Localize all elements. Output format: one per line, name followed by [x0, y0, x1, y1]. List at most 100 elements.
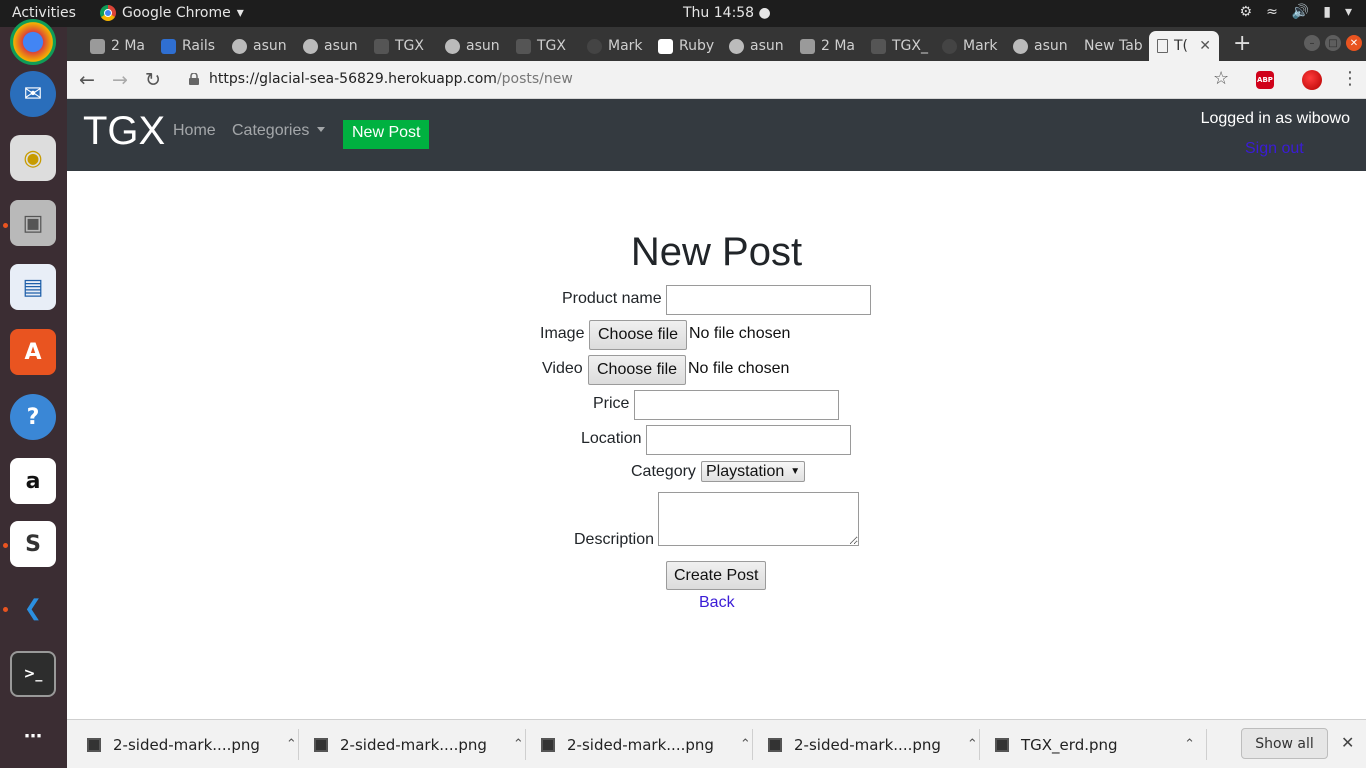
tab[interactable]: asun	[1005, 31, 1075, 61]
nav-categories-dropdown[interactable]: Categories	[232, 122, 326, 140]
tab[interactable]: asun	[295, 31, 365, 61]
tab[interactable]: asun	[721, 31, 791, 61]
lock-icon[interactable]	[189, 73, 199, 85]
github-icon	[1013, 38, 1028, 54]
nav-new-post-button[interactable]: New Post	[343, 120, 430, 149]
writer-icon[interactable]: ▤	[10, 264, 56, 310]
video-choose-file-button[interactable]: Choose file	[588, 355, 687, 385]
page-icon	[871, 38, 886, 54]
clock[interactable]: Thu 14:58 ●	[683, 5, 771, 21]
ubuntu-dock: ✉ ◉ ▣ ▤ A ? a S ❮ >_ ⋯	[0, 19, 67, 768]
tab[interactable]: asun	[437, 31, 507, 61]
extension-icon[interactable]	[1302, 70, 1322, 90]
brand-logo[interactable]: TGX	[83, 109, 165, 154]
tab[interactable]: New Tab	[1076, 31, 1148, 61]
rhythmbox-icon[interactable]: ◉	[10, 135, 56, 181]
volume-icon[interactable]: 🔊	[1292, 4, 1309, 20]
tab[interactable]: asun	[224, 31, 294, 61]
image-file-icon	[768, 737, 782, 752]
image-file-status: No file chosen	[689, 325, 791, 342]
description-label: Description	[574, 531, 655, 548]
reload-icon[interactable]: ↻	[145, 69, 161, 91]
show-all-button[interactable]: Show all	[1241, 728, 1328, 759]
chevron-up-icon[interactable]: ⌃	[1184, 737, 1195, 752]
slack-icon[interactable]: S	[10, 521, 56, 567]
vscode-icon[interactable]: ❮	[10, 585, 56, 631]
system-tray[interactable]: ⚙ ≈ 🔊 ▮ ▾	[1240, 4, 1352, 20]
battery-icon[interactable]: ▮	[1323, 4, 1331, 20]
tab[interactable]: TGX_	[863, 31, 933, 61]
tab[interactable]: TGX	[508, 31, 578, 61]
maximize-button[interactable]: □	[1325, 35, 1341, 51]
app-menu[interactable]: Google Chrome ▾	[100, 5, 244, 21]
address-bar[interactable]: https://glacial-sea-56829.herokuapp.com/…	[209, 71, 573, 87]
minimize-button[interactable]: –	[1304, 35, 1320, 51]
sign-out-link[interactable]: Sign out	[1245, 140, 1304, 158]
tab[interactable]: 2 Ma	[792, 31, 862, 61]
activities-button[interactable]: Activities	[12, 5, 76, 21]
help-icon[interactable]: ?	[10, 394, 56, 440]
category-label: Category	[631, 463, 696, 480]
tab[interactable]: TGX	[366, 31, 436, 61]
chevron-up-icon[interactable]: ⌃	[967, 737, 978, 752]
software-center-icon[interactable]: A	[10, 329, 56, 375]
running-indicator	[3, 543, 8, 548]
location-input[interactable]	[646, 425, 851, 455]
files-icon[interactable]: ▣	[10, 200, 56, 246]
download-item[interactable]: 2-sided-mark....png ⌃	[87, 720, 297, 769]
divider	[1206, 729, 1207, 760]
settings-gear-icon[interactable]: ⚙	[1240, 4, 1253, 20]
chrome-launcher-icon[interactable]	[10, 19, 56, 65]
wifi-icon[interactable]: ≈	[1266, 4, 1278, 20]
tab[interactable]: Rails	[153, 31, 223, 61]
product-name-label: Product name	[562, 290, 662, 307]
close-window-button[interactable]: ✕	[1346, 35, 1362, 51]
chevron-up-icon[interactable]: ⌃	[286, 737, 297, 752]
chevron-up-icon[interactable]: ⌃	[740, 737, 751, 752]
favicon-icon	[90, 38, 105, 54]
tab[interactable]: Mark	[579, 31, 649, 61]
bookmark-star-icon[interactable]: ☆	[1213, 68, 1229, 89]
close-shelf-icon[interactable]: ✕	[1341, 733, 1354, 752]
adblock-plus-icon[interactable]: ABP	[1256, 71, 1274, 89]
category-select[interactable]: Playstation ▼	[701, 461, 806, 482]
create-post-button[interactable]: Create Post	[666, 561, 767, 590]
image-choose-file-button[interactable]: Choose file	[589, 320, 688, 350]
price-input[interactable]	[634, 390, 839, 420]
divider	[752, 729, 753, 760]
new-tab-button[interactable]: +	[1233, 31, 1251, 56]
page-icon	[516, 38, 531, 54]
download-item[interactable]: 2-sided-mark....png ⌃	[541, 720, 751, 769]
download-item[interactable]: 2-sided-mark....png ⌃	[314, 720, 524, 769]
nav-categories-label: Categories	[232, 122, 310, 139]
thunderbird-icon[interactable]: ✉	[10, 71, 56, 117]
description-textarea[interactable]	[658, 492, 859, 546]
back-link[interactable]: Back	[699, 594, 735, 612]
chevron-down-icon[interactable]: ▾	[1345, 4, 1352, 20]
browser-toolbar: ← → ↻ https://glacial-sea-56829.herokuap…	[67, 61, 1366, 99]
nav-home-link[interactable]: Home	[173, 122, 216, 140]
caret-down-icon	[317, 127, 326, 132]
amazon-icon[interactable]: a	[10, 458, 56, 504]
image-file-icon	[87, 737, 101, 752]
product-name-input[interactable]	[666, 285, 871, 315]
tab-strip: 2 Ma Rails asun asun TGX asun TGX Mark R…	[67, 27, 1366, 61]
close-tab-icon[interactable]: ✕	[1199, 38, 1211, 54]
download-item[interactable]: TGX_erd.png ⌃	[995, 720, 1195, 769]
download-item[interactable]: 2-sided-mark....png ⌃	[768, 720, 978, 769]
github-icon	[232, 38, 247, 54]
forward-arrow-icon[interactable]: →	[112, 69, 128, 91]
show-apps-icon[interactable]: ⋯	[10, 713, 56, 759]
tab-active[interactable]: T(✕	[1149, 31, 1219, 61]
app-menu-label: Google Chrome	[122, 5, 231, 21]
tab[interactable]: 2 Ma	[82, 31, 152, 61]
tab[interactable]: Ruby	[650, 31, 720, 61]
chevron-up-icon[interactable]: ⌃	[513, 737, 524, 752]
back-arrow-icon[interactable]: ←	[79, 69, 95, 91]
more-menu-icon[interactable]: ⋮	[1341, 68, 1359, 89]
github-icon	[445, 38, 460, 54]
terminal-icon[interactable]: >_	[10, 651, 56, 697]
page-icon	[1157, 39, 1168, 53]
dropdown-arrow-icon: ▼	[790, 466, 801, 477]
tab[interactable]: Mark	[934, 31, 1004, 61]
